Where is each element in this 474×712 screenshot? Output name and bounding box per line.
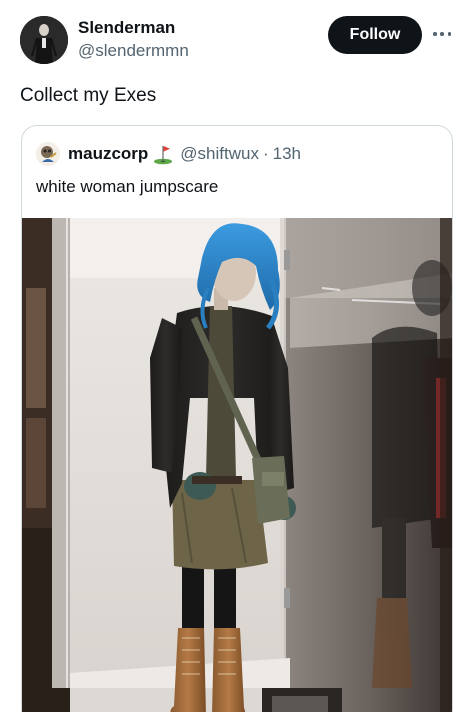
more-icon[interactable] — [430, 24, 454, 44]
quoted-timestamp[interactable]: 13h — [273, 144, 301, 164]
golf-flag-icon — [152, 143, 174, 165]
quoted-author-handle[interactable]: @shiftwux — [180, 144, 259, 164]
meta-separator: · — [262, 144, 269, 163]
quoted-tweet[interactable]: mauzcorp @shiftwux · 13h white woman jum… — [21, 125, 453, 712]
quoted-author-name[interactable]: mauzcorp — [68, 144, 148, 164]
quoted-photo[interactable] — [22, 218, 452, 712]
quoted-author-avatar[interactable] — [36, 142, 60, 166]
tweet-text: Collect my Exes — [20, 85, 157, 106]
author-handle[interactable]: @slendermmn — [78, 40, 189, 62]
tweet-header: Slenderman @slendermmn Follow — [20, 14, 454, 66]
author-name[interactable]: Slenderman — [78, 18, 189, 38]
author-avatar[interactable] — [20, 16, 68, 64]
quoted-tweet-text: white woman jumpscare — [36, 177, 219, 196]
follow-button[interactable]: Follow — [328, 16, 422, 54]
